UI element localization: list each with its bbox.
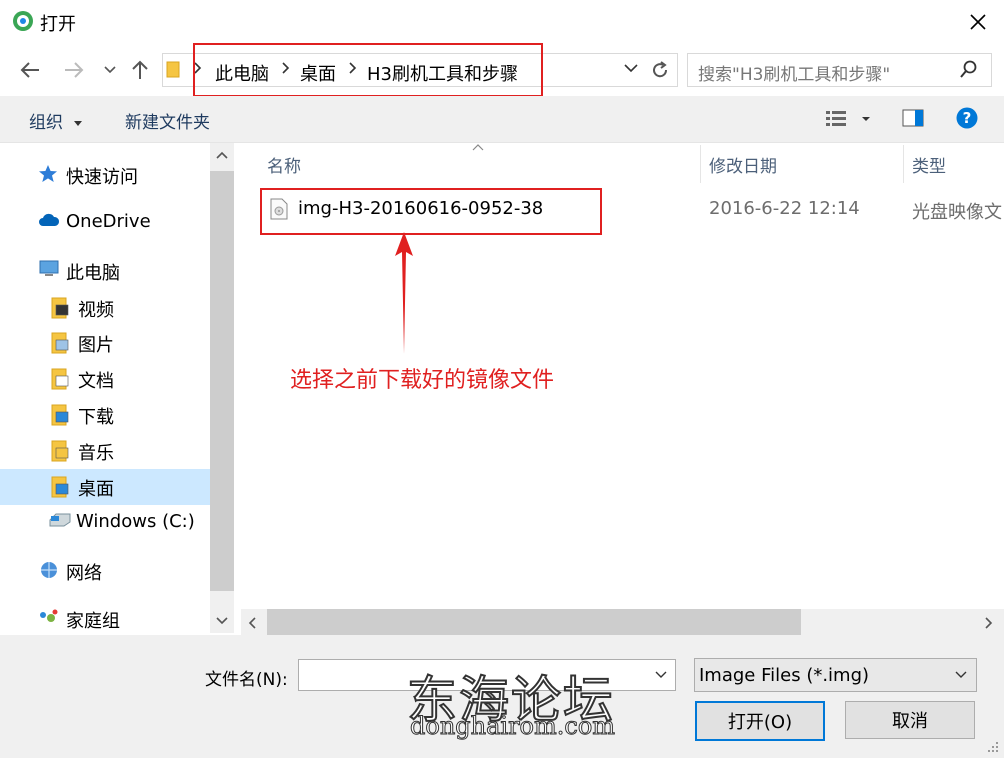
sidebar-item-label: 桌面: [78, 479, 114, 500]
sidebar-item-label: 快速访问: [66, 167, 138, 188]
chevron-down-icon: [624, 64, 638, 73]
svg-text:?: ?: [963, 109, 972, 127]
video-folder-icon: [50, 297, 70, 319]
sidebar-item[interactable]: 视频: [0, 290, 210, 324]
new-folder-button[interactable]: 新建文件夹: [125, 108, 210, 133]
sidebar-item[interactable]: Windows (C:): [0, 505, 210, 539]
refresh-button[interactable]: [650, 60, 670, 80]
filter-value: Image Files (*.img): [699, 665, 870, 686]
sidebar-item-label: 音乐: [78, 443, 114, 464]
sidebar-item-label: 此电脑: [66, 263, 120, 284]
pictures-folder-icon: [50, 332, 70, 354]
arrow-up-icon: [132, 60, 148, 79]
annotation-text: 选择之前下载好的镜像文件: [290, 368, 555, 393]
sidebar-item-label: Windows (C:): [76, 511, 195, 532]
scrollbar-thumb[interactable]: [267, 609, 801, 635]
close-button[interactable]: [960, 4, 996, 40]
title-bar: [0, 0, 1004, 44]
preview-pane-button[interactable]: [902, 109, 924, 127]
column-header-modified[interactable]: 修改日期: [709, 152, 777, 177]
computer-icon: [38, 260, 60, 278]
folder-icon: [166, 60, 180, 78]
navigation-pane-scrollbar[interactable]: [210, 143, 234, 633]
star-icon: [38, 164, 58, 184]
search-placeholder: 搜索"H3刷机工具和步骤": [698, 65, 891, 85]
downloads-folder-icon: [50, 404, 70, 426]
app-icon: [12, 10, 34, 32]
back-button[interactable]: [16, 56, 44, 84]
recent-locations-button[interactable]: [96, 56, 124, 84]
sidebar-item-label: OneDrive: [66, 211, 151, 232]
sidebar-item[interactable]: 图片: [0, 325, 210, 359]
file-modified: 2016-6-22 12:14: [709, 198, 860, 219]
open-button[interactable]: 打开(O): [695, 701, 825, 741]
drive-icon: [48, 512, 72, 528]
documents-folder-icon: [50, 368, 70, 390]
refresh-icon: [653, 61, 668, 78]
search-input[interactable]: 搜索"H3刷机工具和步骤": [687, 53, 992, 87]
up-button[interactable]: [126, 56, 154, 84]
chevron-down-icon: [104, 66, 116, 74]
address-dropdown-button[interactable]: [624, 64, 638, 74]
scroll-right-icon: [985, 617, 993, 629]
column-header-type[interactable]: 类型: [912, 152, 946, 177]
scroll-down-icon: [216, 617, 228, 625]
file-highlight-box: [260, 188, 602, 235]
sidebar-item-label: 图片: [78, 335, 114, 356]
scrollbar-thumb[interactable]: [210, 171, 234, 591]
help-button[interactable]: ?: [956, 107, 978, 129]
chevron-down-icon: [955, 671, 967, 678]
file-list-horizontal-scrollbar[interactable]: [241, 609, 1004, 635]
column-divider[interactable]: [700, 145, 701, 183]
sidebar-item[interactable]: 音乐: [0, 433, 210, 467]
arrow-left-icon: [20, 62, 39, 78]
scroll-up-icon: [216, 151, 228, 159]
sidebar-item[interactable]: 桌面: [0, 469, 210, 505]
scroll-left-icon: [248, 617, 256, 629]
chevron-down-icon: [655, 671, 667, 678]
filename-label: 文件名(N):: [205, 670, 288, 690]
sidebar-item[interactable]: 家庭组: [0, 601, 210, 635]
sidebar-item[interactable]: OneDrive: [0, 205, 210, 239]
resize-grip-icon[interactable]: [984, 738, 1000, 754]
caret-down-icon: [74, 120, 83, 126]
preview-pane-icon: [902, 109, 924, 127]
sidebar-item-label: 文档: [78, 371, 114, 392]
sidebar-item-label: 下载: [78, 407, 114, 428]
organize-label: 组织: [29, 113, 63, 133]
sidebar-item-label: 网络: [66, 563, 102, 584]
sidebar-item-label: 家庭组: [66, 611, 120, 632]
annotation-arrow: [392, 232, 416, 356]
file-type-filter-select[interactable]: Image Files (*.img): [694, 658, 977, 692]
cloud-icon: [38, 212, 60, 228]
details-view-icon: [826, 111, 870, 126]
organize-button[interactable]: 组织: [29, 108, 83, 133]
sidebar-item[interactable]: 快速访问: [0, 157, 210, 191]
window-title: 打开: [40, 14, 76, 35]
search-icon: [960, 60, 978, 78]
cancel-button[interactable]: 取消: [845, 701, 975, 739]
view-options-button[interactable]: [826, 110, 874, 128]
watermark-url: donghairom.com: [409, 712, 616, 741]
help-icon: ?: [956, 107, 978, 129]
address-highlight-box: [193, 43, 543, 97]
sidebar-item[interactable]: 下载: [0, 397, 210, 431]
sidebar-item[interactable]: 网络: [0, 553, 210, 587]
forward-button[interactable]: [60, 56, 88, 84]
sidebar-item-label: 视频: [78, 300, 114, 321]
desktop-folder-icon: [50, 476, 70, 498]
network-icon: [38, 560, 60, 580]
file-type: 光盘映像文: [912, 202, 1002, 223]
column-divider[interactable]: [903, 145, 904, 183]
sidebar-item[interactable]: 此电脑: [0, 253, 210, 287]
sidebar-item[interactable]: 文档: [0, 361, 210, 395]
close-icon: [970, 14, 986, 30]
column-header-name[interactable]: 名称: [267, 152, 301, 177]
sort-ascending-icon: [472, 143, 484, 151]
arrow-right-icon: [65, 62, 84, 78]
music-folder-icon: [50, 440, 70, 462]
homegroup-icon: [38, 608, 60, 626]
